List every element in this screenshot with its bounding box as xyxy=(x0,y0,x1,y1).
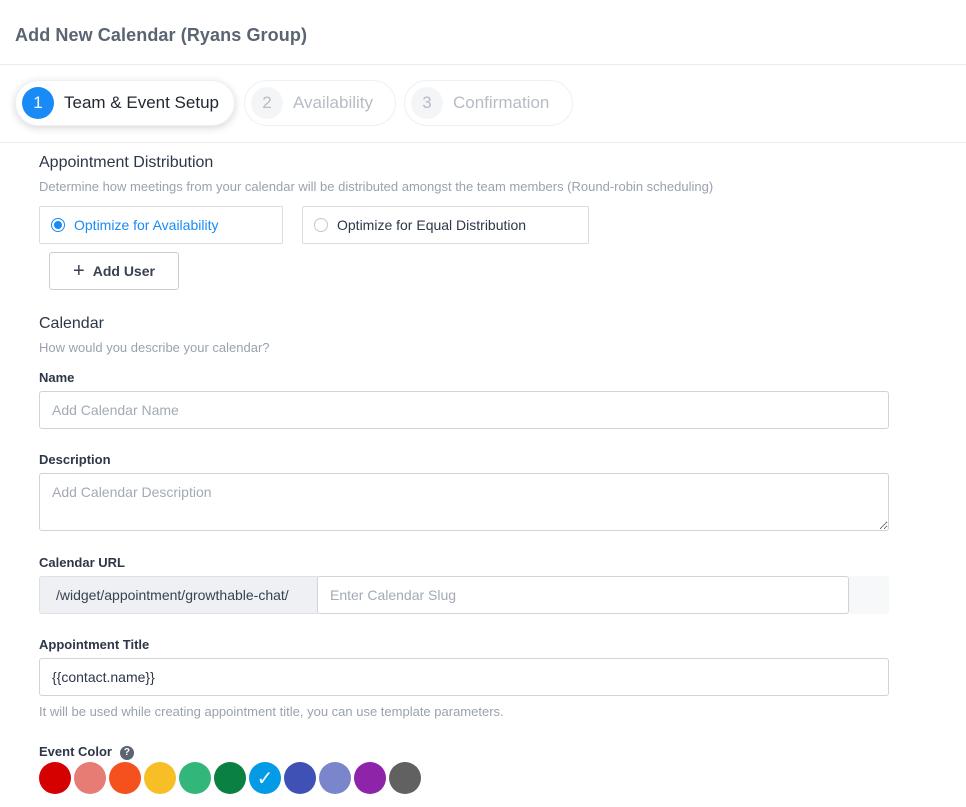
color-swatch[interactable] xyxy=(389,762,421,794)
color-swatch[interactable]: ✓ xyxy=(249,762,281,794)
calendar-description-input[interactable] xyxy=(39,473,889,531)
step-label: Team & Event Setup xyxy=(64,93,219,112)
appointment-title-input[interactable] xyxy=(39,658,889,696)
calendar-slug-input[interactable] xyxy=(317,576,849,614)
add-user-button[interactable]: + Add User xyxy=(49,252,179,290)
add-user-label: Add User xyxy=(92,263,155,279)
color-swatch[interactable] xyxy=(179,762,211,794)
calendar-url-group: /widget/appointment/growthable-chat/ xyxy=(39,576,889,614)
color-swatch[interactable] xyxy=(284,762,316,794)
radio-label: Optimize for Equal Distribution xyxy=(337,217,527,233)
url-prefix: /widget/appointment/growthable-chat/ xyxy=(39,576,318,614)
description-label: Description xyxy=(39,452,111,467)
event-color-label: Event Color? xyxy=(39,744,134,760)
calendar-url-label: Calendar URL xyxy=(39,555,125,570)
event-color-label-text: Event Color xyxy=(39,744,112,759)
page-header: Add New Calendar (Ryans Group) xyxy=(0,0,966,65)
appointment-title-help: It will be used while creating appointme… xyxy=(39,704,504,719)
step-number: 1 xyxy=(22,87,54,119)
distribution-title: Appointment Distribution xyxy=(39,154,214,171)
event-color-swatches: ✓ xyxy=(39,762,424,794)
color-swatch[interactable] xyxy=(214,762,246,794)
color-swatch[interactable] xyxy=(109,762,141,794)
step-availability[interactable]: 2 Availability xyxy=(244,80,396,126)
radio-label: Optimize for Availability xyxy=(74,217,219,233)
stepper: 1 Team & Event Setup 2 Availability 3 Co… xyxy=(0,65,966,143)
color-swatch[interactable] xyxy=(74,762,106,794)
page-title: Add New Calendar (Ryans Group) xyxy=(15,25,308,45)
step-label: Confirmation xyxy=(453,93,550,112)
step-number: 3 xyxy=(411,87,443,119)
name-label: Name xyxy=(39,370,75,385)
step-team-event-setup[interactable]: 1 Team & Event Setup xyxy=(15,80,235,126)
check-icon: ✓ xyxy=(256,767,274,790)
calendar-section-subtitle: How would you describe your calendar? xyxy=(39,340,270,355)
step-confirmation[interactable]: 3 Confirmation xyxy=(404,80,573,126)
radio-optimize-availability[interactable]: Optimize for Availability xyxy=(39,206,283,244)
step-label: Availability xyxy=(293,93,374,112)
question-circle-icon[interactable]: ? xyxy=(119,746,134,760)
appointment-title-label: Appointment Title xyxy=(39,637,150,652)
calendar-section-title: Calendar xyxy=(39,315,104,332)
radio-checked-icon xyxy=(51,218,65,232)
color-swatch[interactable] xyxy=(354,762,386,794)
color-swatch[interactable] xyxy=(39,762,71,794)
color-swatch[interactable] xyxy=(144,762,176,794)
radio-unchecked-icon xyxy=(314,218,328,232)
color-swatch[interactable] xyxy=(319,762,351,794)
plus-icon: + xyxy=(73,260,85,282)
calendar-name-input[interactable] xyxy=(39,391,889,429)
step-number: 2 xyxy=(251,87,283,119)
radio-optimize-equal-distribution[interactable]: Optimize for Equal Distribution xyxy=(302,206,589,244)
distribution-subtitle: Determine how meetings from your calenda… xyxy=(39,179,714,194)
